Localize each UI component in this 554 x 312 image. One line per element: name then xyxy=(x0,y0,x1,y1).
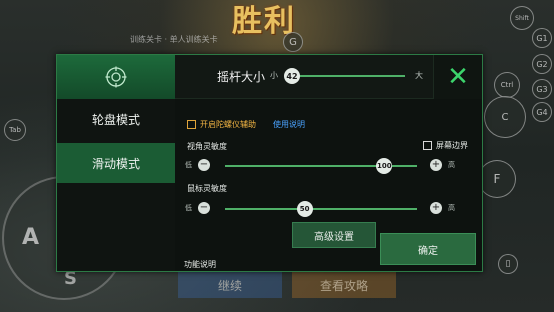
view-sens-plus-button[interactable]: + xyxy=(430,159,442,171)
target-tab[interactable] xyxy=(57,55,175,99)
mode-sidebar: 轮盘模式 滑动模式 xyxy=(57,99,175,271)
g-key-icon[interactable]: G xyxy=(283,32,303,52)
g2-key-icon[interactable]: G2 xyxy=(532,54,552,74)
screen-border-checkbox[interactable] xyxy=(423,141,432,150)
size-min-label: 小 xyxy=(270,71,278,80)
usage-instructions-link[interactable]: 使用说明 xyxy=(273,119,305,130)
screen-border-label: 屏幕边界 xyxy=(436,141,468,150)
view-sensitivity-label: 视角灵敏度 xyxy=(187,142,227,151)
gyro-assist-option[interactable]: 开启陀螺仪辅助 xyxy=(187,119,256,130)
size-max-label: 大 xyxy=(415,71,423,80)
g3-key-icon[interactable]: G3 xyxy=(532,79,552,99)
joystick-size-thumb[interactable]: 42 xyxy=(284,68,300,84)
shift-key-icon[interactable]: Shift xyxy=(510,6,534,30)
mouse-sens-minus-button[interactable]: − xyxy=(198,202,210,214)
view-sens-high-label: 高 xyxy=(448,161,455,169)
mouse-sensitivity-slider[interactable] xyxy=(225,208,417,210)
mouse-sensitivity-label: 鼠标灵敏度 xyxy=(187,184,227,193)
joystick-size-label: 摇杆大小 xyxy=(217,70,266,84)
crosshair-icon xyxy=(105,66,127,88)
mouse-icon: ▯ xyxy=(498,254,518,274)
tab-key-icon[interactable]: Tab xyxy=(4,119,26,141)
mouse-sens-low-label: 低 xyxy=(185,204,192,212)
ctrl-key-icon[interactable]: Ctrl xyxy=(494,72,520,98)
c-key-icon[interactable]: C xyxy=(484,96,526,138)
joystick-a-label: A xyxy=(22,225,40,250)
slide-mode-tab[interactable]: 滑动模式 xyxy=(57,143,175,183)
joystick-size-slider[interactable] xyxy=(285,75,405,77)
view-sensitivity-thumb[interactable]: 100 xyxy=(376,158,393,174)
view-detail-button[interactable]: 查看攻略 xyxy=(292,272,396,298)
f-key-icon[interactable]: F xyxy=(478,160,516,198)
view-sens-minus-button[interactable]: − xyxy=(198,159,210,171)
view-sens-low-label: 低 xyxy=(185,161,192,169)
gyro-assist-label: 开启陀螺仪辅助 xyxy=(200,120,256,129)
continue-button[interactable]: 继续 xyxy=(178,272,282,298)
dialog-header: 摇杆大小 小 42 大 ✕ xyxy=(57,55,482,99)
mouse-sens-plus-button[interactable]: + xyxy=(430,202,442,214)
mouse-sens-high-label: 高 xyxy=(448,204,455,212)
g4-key-icon[interactable]: G4 xyxy=(532,102,552,122)
mouse-sensitivity-thumb[interactable]: 50 xyxy=(296,201,313,217)
training-caption: 训练关卡 · 单人训练关卡 xyxy=(130,35,218,44)
gyro-assist-checkbox[interactable] xyxy=(187,120,196,129)
function-description-link[interactable]: 功能说明 xyxy=(184,259,216,270)
confirm-button[interactable]: 确定 xyxy=(380,233,476,265)
wheel-mode-tab[interactable]: 轮盘模式 xyxy=(57,99,175,139)
g1-key-icon[interactable]: G1 xyxy=(532,28,552,48)
screen-border-option[interactable]: 屏幕边界 xyxy=(423,140,468,151)
close-button[interactable]: ✕ xyxy=(433,55,482,99)
advanced-settings-button[interactable]: 高级设置 xyxy=(292,222,376,248)
